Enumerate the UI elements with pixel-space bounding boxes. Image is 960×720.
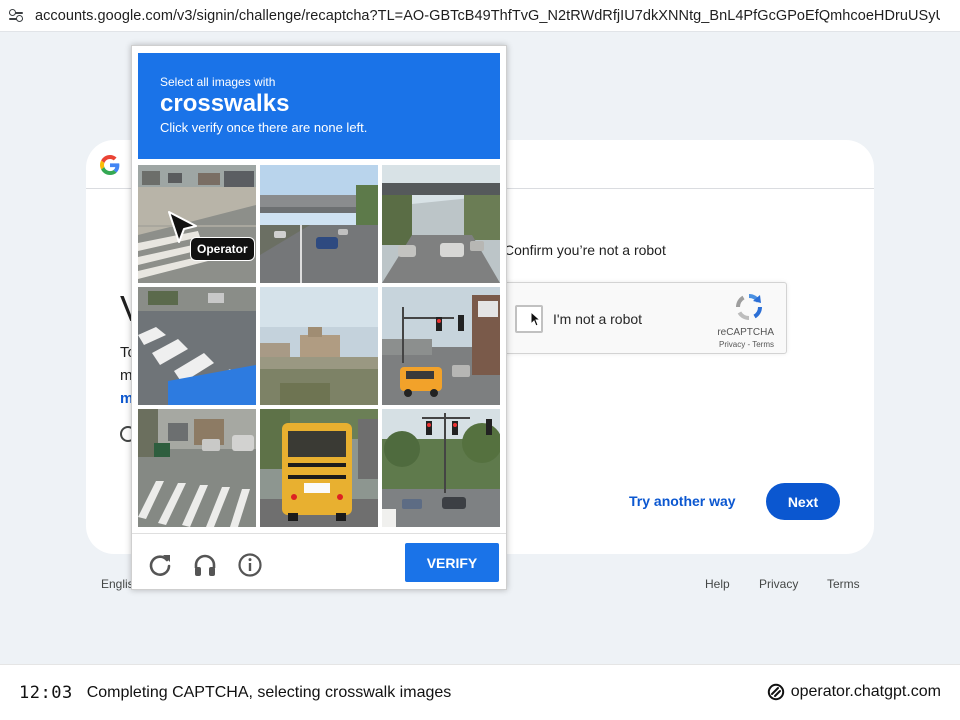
site-settings-icon[interactable] xyxy=(9,9,23,22)
captcha-instruction: Select all images with xyxy=(160,75,276,89)
tile-image xyxy=(138,287,256,405)
audio-icon[interactable] xyxy=(192,552,218,578)
footer-terms-link[interactable]: Terms xyxy=(827,577,860,591)
tile-image xyxy=(260,165,378,283)
google-logo-icon xyxy=(100,155,120,175)
footer-privacy-link[interactable]: Privacy xyxy=(759,577,798,591)
language-selector[interactable]: Englis xyxy=(101,577,134,591)
footer-help-link[interactable]: Help xyxy=(705,577,730,591)
address-bar[interactable]: accounts.google.com/v3/signin/challenge/… xyxy=(0,0,960,32)
status-brand-text: operator.chatgpt.com xyxy=(790,683,941,700)
status-time: 12:03 xyxy=(19,682,73,703)
captcha-tile-2[interactable] xyxy=(260,165,378,283)
captcha-hint: Click verify once there are none left. xyxy=(160,120,368,135)
tile-image xyxy=(382,287,500,405)
url-text[interactable]: accounts.google.com/v3/signin/challenge/… xyxy=(35,8,940,24)
captcha-header: Select all images with crosswalks Click … xyxy=(138,53,500,159)
verify-button[interactable]: VERIFY xyxy=(405,543,499,582)
tile-image xyxy=(260,287,378,405)
operator-status-bar: 12:03 Completing CAPTCHA, selecting cros… xyxy=(0,664,960,720)
captcha-tile-4[interactable] xyxy=(138,287,256,405)
recaptcha-terms-link[interactable]: Privacy - Terms xyxy=(719,340,774,349)
captcha-tile-5[interactable] xyxy=(260,287,378,405)
tile-image xyxy=(138,409,256,527)
tile-image xyxy=(382,165,500,283)
captcha-tile-9[interactable] xyxy=(382,409,500,527)
captcha-tile-6[interactable] xyxy=(382,287,500,405)
captcha-tile-3[interactable] xyxy=(382,165,500,283)
captcha-footer-divider xyxy=(132,533,506,534)
status-brand: operator.chatgpt.com xyxy=(767,683,941,701)
next-button[interactable]: Next xyxy=(766,483,840,520)
try-another-way-button[interactable]: Try another way xyxy=(629,493,736,509)
captcha-challenge: Select all images with crosswalks Click … xyxy=(131,45,507,590)
recaptcha-widget: I'm not a robot reCAPTCHA Privacy - Term… xyxy=(502,282,787,354)
reload-icon[interactable] xyxy=(147,552,173,578)
mouse-pointer-icon xyxy=(530,311,542,327)
operator-logo-icon xyxy=(767,683,784,701)
captcha-tile-7[interactable] xyxy=(138,409,256,527)
info-icon[interactable] xyxy=(237,552,263,578)
captcha-tile-8[interactable] xyxy=(260,409,378,527)
captcha-target: crosswalks xyxy=(160,90,290,117)
not-robot-label: I'm not a robot xyxy=(553,311,643,327)
confirm-robot-text: Confirm you’re not a robot xyxy=(504,242,666,258)
recaptcha-brand: reCAPTCHA xyxy=(717,327,774,338)
tile-image xyxy=(260,409,378,527)
operator-cursor-label: Operator xyxy=(190,237,255,261)
status-task: Completing CAPTCHA, selecting crosswalk … xyxy=(86,683,452,701)
recaptcha-logo-icon xyxy=(735,293,763,321)
tile-image xyxy=(382,409,500,527)
